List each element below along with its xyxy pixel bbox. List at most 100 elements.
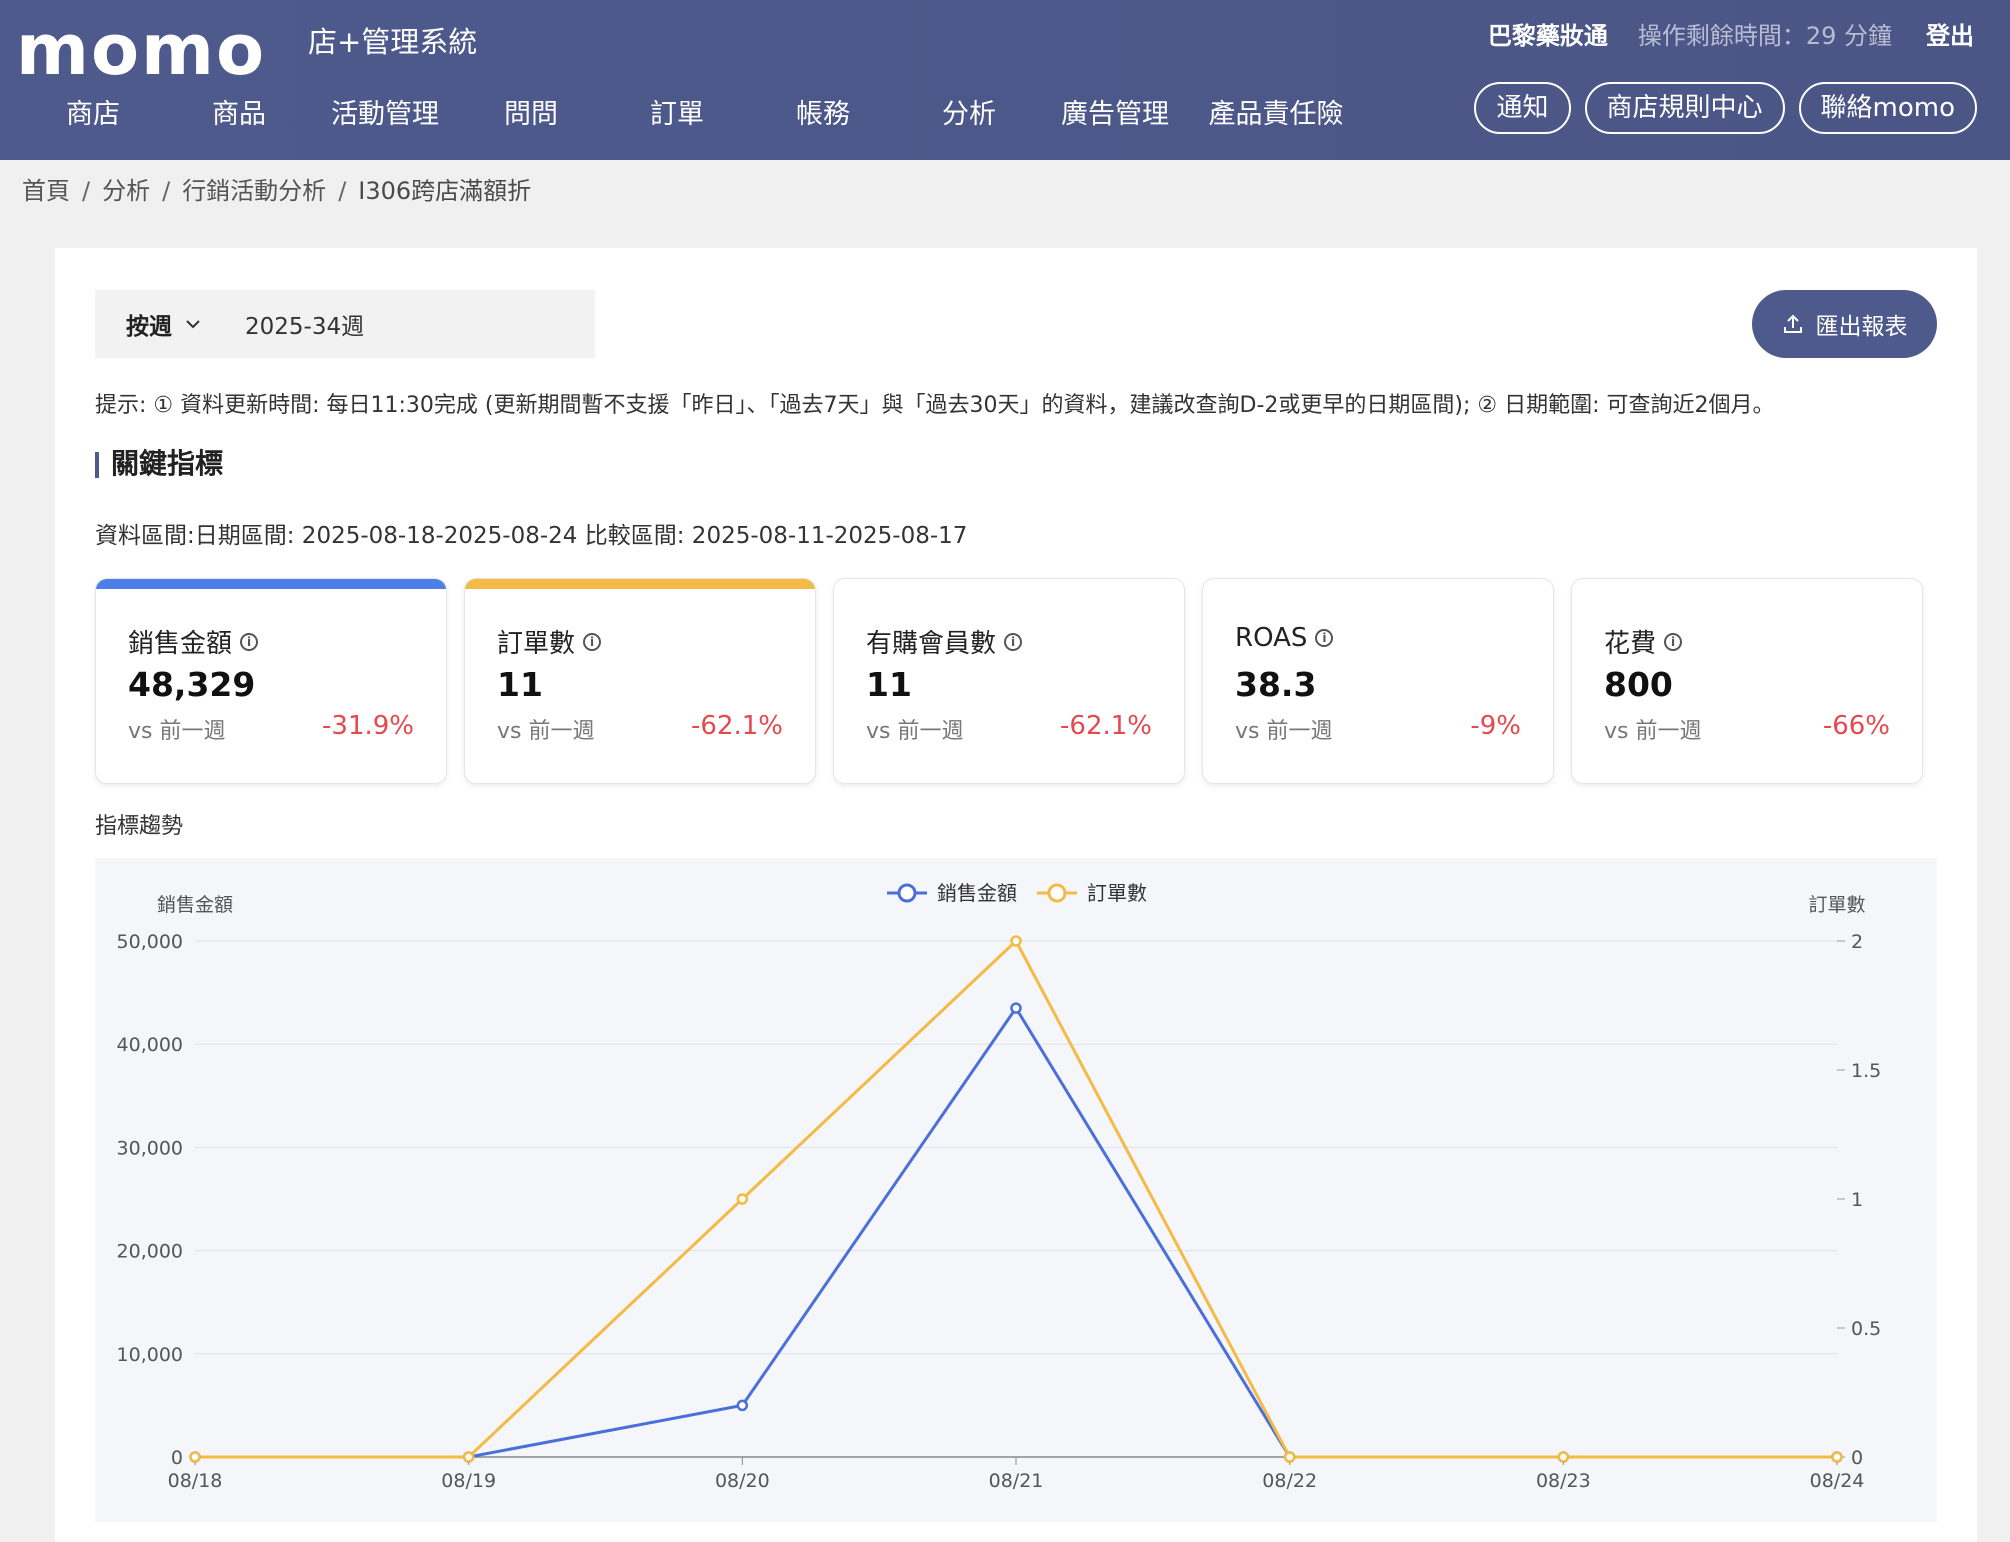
breadcrumb: 首頁 / 分析 / 行銷活動分析 / I306跨店滿額折 xyxy=(22,173,531,209)
header-pills: 通知 商店規則中心 聯絡momo xyxy=(1474,82,1977,134)
kpi-accent-bar xyxy=(96,579,446,589)
data-update-tip: 提示: ① 資料更新時間: 每日11:30完成 (更新期間暫不支援「昨日」、「過… xyxy=(95,393,1775,418)
nav-item-shop[interactable]: 商店 xyxy=(20,95,166,135)
nav-item-orders[interactable]: 訂單 xyxy=(604,95,750,135)
y-right-tick-label: 0.5 xyxy=(1851,1318,1881,1340)
momo-logo[interactable]: momo xyxy=(16,10,266,90)
main-nav: 商店 商品 活動管理 問問 訂單 帳務 分析 廣告管理 產品責任險 xyxy=(20,95,1364,135)
legend-swatch-marker xyxy=(1047,883,1067,903)
data-point xyxy=(189,1451,201,1463)
data-point xyxy=(1010,935,1022,947)
notification-button[interactable]: 通知 xyxy=(1474,82,1571,134)
data-point xyxy=(736,1399,749,1412)
kpi-value: 11 xyxy=(497,665,543,704)
period-mode-value: 按週 xyxy=(126,314,172,340)
breadcrumb-current: I306跨店滿額折 xyxy=(358,177,532,205)
x-tick-label: 08/21 xyxy=(989,1470,1044,1492)
kpi-value: 38.3 xyxy=(1235,665,1317,704)
main-card: 按週 2025-34週 匯出報表 提示: ① 資料更新時間: 每日11:30完成… xyxy=(55,248,1977,1542)
breadcrumb-home[interactable]: 首頁 xyxy=(22,173,70,209)
info-icon[interactable]: i xyxy=(583,632,602,651)
nav-item-liability-insurance[interactable]: 產品責任險 xyxy=(1188,95,1364,135)
week-picker[interactable]: 2025-34週 xyxy=(231,307,364,341)
kpi-accent-bar xyxy=(465,579,815,589)
kpi-card-sales[interactable]: 銷售金額 i 48,329 vs 前一週 -31.9% xyxy=(95,578,447,784)
y-right-tick-label: 1.5 xyxy=(1851,1060,1881,1082)
kpi-cards: 銷售金額 i 48,329 vs 前一週 -31.9% 訂單數 i 11 vs 前一… xyxy=(95,578,1923,784)
kpi-compare: vs 前一週 xyxy=(1604,719,1702,744)
kpi-label: 花費 i xyxy=(1604,623,1683,660)
x-tick-label: 08/20 xyxy=(715,1470,770,1492)
trend-chart: 0 10,000 20,000 30,000 40,000 50,000 0 0.5 1 1.5 2… xyxy=(95,858,1937,1522)
y-left-tick-label: 40,000 xyxy=(117,1034,183,1056)
x-tick-label: 08/23 xyxy=(1536,1470,1591,1492)
breadcrumb-separator: / xyxy=(162,177,171,205)
kpi-label: ROAS i xyxy=(1235,623,1334,653)
period-mode-select[interactable]: 按週 xyxy=(95,290,231,358)
kpi-change: -62.1% xyxy=(1060,711,1152,741)
x-tick-label: 08/22 xyxy=(1262,1470,1317,1492)
nav-item-campaigns[interactable]: 活動管理 xyxy=(312,95,458,135)
info-icon[interactable]: i xyxy=(1004,632,1023,651)
nav-item-analytics[interactable]: 分析 xyxy=(896,95,1042,135)
session-remaining: 操作剩餘時間：29 分鐘 xyxy=(1637,22,1892,50)
y-right-tick-label: 0 xyxy=(1851,1447,1863,1469)
nav-item-ads[interactable]: 廣告管理 xyxy=(1042,95,1188,135)
y-right-axis-title: 訂單數 xyxy=(1808,894,1865,916)
y-right-tick-label: 2 xyxy=(1851,931,1863,953)
kpi-label: 訂單數 i xyxy=(497,623,602,660)
y-left-axis-title: 銷售金額 xyxy=(157,894,233,916)
kpi-label-text: 有購會員數 xyxy=(866,629,997,659)
x-tick-label: 08/24 xyxy=(1810,1470,1865,1492)
top-header: momo 店+管理系統 巴黎藥妝通 操作剩餘時間：29 分鐘 登出 商店 商品 … xyxy=(0,0,2010,160)
contact-momo-button[interactable]: 聯絡momo xyxy=(1798,82,1977,134)
kpi-card-orders[interactable]: 訂單數 i 11 vs 前一週 -62.1% xyxy=(464,578,816,784)
legend-label: 銷售金額 xyxy=(937,881,1017,905)
legend-swatch-marker xyxy=(897,883,917,903)
series-line-orders xyxy=(195,938,1837,1459)
kpi-value: 800 xyxy=(1604,665,1673,704)
kpi-card-roas[interactable]: ROAS i 38.3 vs 前一週 -9% xyxy=(1202,578,1554,784)
breadcrumb-analytics[interactable]: 分析 xyxy=(102,173,150,209)
info-icon[interactable]: i xyxy=(1664,632,1683,651)
info-icon[interactable]: i xyxy=(240,632,259,651)
kpi-change: -9% xyxy=(1470,711,1521,741)
y-left-tick-label: 10,000 xyxy=(117,1344,183,1366)
data-point xyxy=(1831,1451,1843,1463)
nav-item-products[interactable]: 商品 xyxy=(166,95,312,135)
nav-item-questions[interactable]: 問問 xyxy=(458,95,604,135)
nav-item-accounting[interactable]: 帳務 xyxy=(750,95,896,135)
y-left-tick-label: 0 xyxy=(171,1447,183,1469)
kpi-label-text: 訂單數 xyxy=(497,629,576,659)
info-icon[interactable]: i xyxy=(1315,629,1334,647)
kpi-change: -66% xyxy=(1822,711,1890,741)
breadcrumb-separator: / xyxy=(338,177,347,205)
trend-chart-svg: 0 10,000 20,000 30,000 40,000 50,000 0 0.5 1 1.5 2… xyxy=(117,881,1882,1492)
chevron-down-icon xyxy=(186,320,200,329)
x-tick-label: 08/18 xyxy=(168,1470,223,1492)
y-left-tick-label: 50,000 xyxy=(117,931,183,953)
section-title-key-metrics: 關鍵指標 xyxy=(95,444,223,484)
kpi-compare: vs 前一週 xyxy=(497,719,595,744)
breadcrumb-marketing-analysis[interactable]: 行銷活動分析 xyxy=(182,173,326,209)
shop-rules-button[interactable]: 商店規則中心 xyxy=(1584,82,1785,134)
kpi-card-spend[interactable]: 花費 i 800 vs 前一週 -66% xyxy=(1571,578,1923,784)
y-right-tick-label: 1 xyxy=(1851,1189,1863,1211)
date-range-text: 資料區間:日期區間: 2025-08-18-2025-08-24 比較區間: 2… xyxy=(95,523,968,549)
kpi-label-text: 銷售金額 xyxy=(128,629,233,659)
kpi-label-text: ROAS xyxy=(1235,623,1308,653)
x-tick-label: 08/19 xyxy=(441,1470,496,1492)
trend-section-label: 指標趨勢 xyxy=(95,814,184,839)
kpi-card-buying-members[interactable]: 有購會員數 i 11 vs 前一週 -62.1% xyxy=(833,578,1185,784)
export-report-button[interactable]: 匯出報表 xyxy=(1752,290,1937,358)
upload-icon xyxy=(1783,314,1802,333)
logout-link[interactable]: 登出 xyxy=(1926,18,1974,54)
breadcrumb-separator: / xyxy=(82,177,91,205)
account-bar: 巴黎藥妝通 操作剩餘時間：29 分鐘 登出 xyxy=(1488,18,1974,54)
legend-label: 訂單數 xyxy=(1087,881,1147,905)
kpi-change: -31.9% xyxy=(322,711,414,741)
data-point xyxy=(462,1451,475,1463)
export-report-label: 匯出報表 xyxy=(1815,314,1908,340)
data-point xyxy=(1283,1451,1296,1463)
kpi-value: 11 xyxy=(866,665,912,704)
